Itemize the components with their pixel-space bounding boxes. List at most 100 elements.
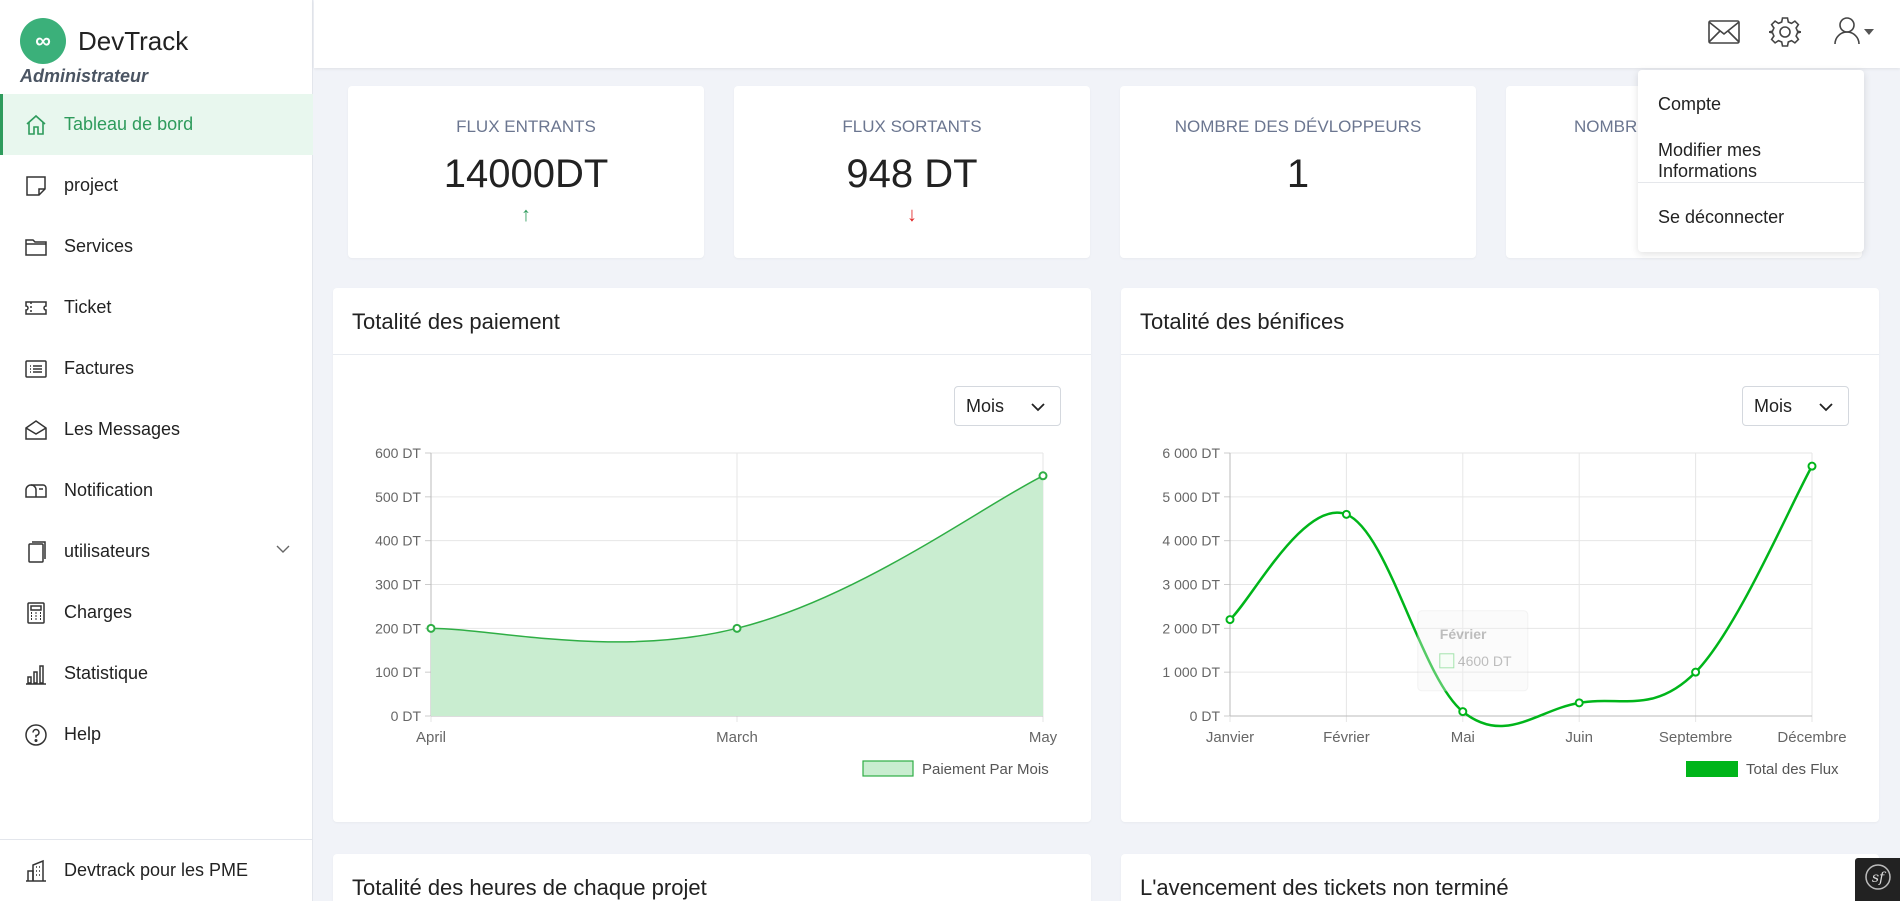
sidebar-item-messages[interactable]: Les Messages	[0, 399, 313, 460]
sidebar-item-utilisateurs[interactable]: utilisateurs	[0, 521, 313, 582]
payments-chart-panel: Totalité des paiement Mois 0 DT 100 DT 200…	[333, 288, 1091, 822]
stat-value: 948 DT	[846, 152, 978, 196]
symfony-logo-icon: sf	[1864, 863, 1892, 896]
tooltip-swatch	[1439, 653, 1455, 669]
menu-item-logout[interactable]: Se déconnecter	[1658, 207, 1784, 228]
chevron-down-icon[interactable]	[275, 541, 291, 562]
user-role: Administrateur	[20, 66, 149, 86]
mail-icon[interactable]	[1704, 12, 1744, 52]
sidebar-item-label: Charges	[64, 602, 133, 622]
data-point	[1458, 707, 1468, 717]
x-tick-label: Décembre	[1777, 729, 1846, 746]
benefits-line-chart: 0 DT 1 000 DT 2 000 DT 3 000 DT 4 000 DT 5 00…	[1162, 445, 1846, 778]
panel-title: L'avencement des tickets non terminé	[1140, 875, 1509, 900]
arrow-up-icon: ↑	[521, 204, 531, 226]
sticky-note-icon	[22, 172, 50, 200]
legend-swatch	[1686, 761, 1738, 777]
tooltip-box	[1417, 610, 1529, 692]
x-tick-label: Janvier	[1206, 729, 1254, 746]
home-icon	[22, 111, 50, 139]
data-point	[1691, 667, 1701, 677]
data-point	[1341, 509, 1351, 519]
panel-title: Totalité des heures de chaque projet	[352, 875, 707, 900]
sidebar-item-tableau-de-bord[interactable]: Tableau de bord	[0, 94, 313, 155]
sidebar-item-label: project	[64, 175, 119, 195]
y-tick-label: 400 DT	[375, 533, 421, 549]
hours-chart-panel: Totalité des heures de chaque projet	[333, 854, 1091, 901]
list-icon	[22, 355, 50, 383]
sidebar-item-label: Help	[64, 724, 102, 744]
sidebar-item-label: Statistique	[64, 663, 149, 683]
arrow-down-icon: ↓	[907, 204, 917, 226]
sidebar-item-ticket[interactable]: Ticket	[0, 277, 313, 338]
svg-text:sf: sf	[1871, 870, 1886, 886]
x-tick-label: April	[416, 729, 446, 746]
legend-swatch	[862, 760, 914, 777]
data-point	[732, 623, 742, 633]
sidebar-item-label: Services	[64, 236, 134, 256]
mailbox-icon	[22, 477, 50, 505]
sidebar-item-label: utilisateurs	[64, 541, 151, 561]
y-tick-label: 5 000 DT	[1162, 489, 1220, 505]
menu-item-modifier-informations[interactable]: Modifier mes Informations	[1658, 140, 1864, 182]
y-tick-label: 4 000 DT	[1162, 533, 1220, 549]
user-dropdown-menu: Compte Modifier mes Informations Se déco…	[1638, 70, 1864, 252]
bar-chart-icon	[22, 660, 50, 688]
building-icon	[22, 857, 50, 885]
sidebar-item-project[interactable]: project	[0, 155, 313, 216]
sidebar-item-label: Factures	[64, 358, 135, 378]
x-tick-label: March	[716, 729, 758, 746]
x-tick-label: Juin	[1565, 729, 1593, 746]
topbar	[314, 0, 1900, 68]
stat-value: 14000DT	[443, 152, 609, 196]
question-circle-icon	[22, 721, 50, 749]
ticket-icon	[22, 294, 50, 322]
brand[interactable]: ∞ DevTrack	[20, 18, 188, 64]
brand-name: DevTrack	[78, 25, 189, 56]
y-tick-label: 100 DT	[375, 664, 421, 680]
chart-tooltip: Février 4600 DT	[1417, 610, 1529, 692]
sidebar-item-notification[interactable]: Notification	[0, 460, 313, 521]
sidebar-footer-label: Devtrack pour les PME	[64, 860, 249, 880]
y-tick-label: 1 000 DT	[1162, 664, 1220, 680]
x-tick-label: Février	[1323, 729, 1370, 746]
y-tick-label: 6 000 DT	[1162, 445, 1220, 461]
legend-label: Total des Flux	[1746, 761, 1839, 778]
folder-icon	[22, 233, 50, 261]
y-tick-label: 3 000 DT	[1162, 577, 1220, 593]
user-menu-toggle[interactable]	[1826, 12, 1882, 52]
calculator-icon	[22, 599, 50, 627]
symfony-toolbar-toggle[interactable]: sf	[1855, 858, 1900, 901]
x-tick-label: Mai	[1451, 729, 1475, 746]
stat-card-developpeurs: NOMBRE DES DÉVLOPPEURS 1	[1120, 86, 1476, 258]
data-point	[1225, 615, 1235, 625]
x-tick-label: May	[1029, 729, 1058, 746]
data-point	[1038, 471, 1048, 481]
stat-label: NOMBRE DES DÉVLOPPEURS	[1174, 117, 1422, 136]
sidebar-item-label: Notification	[64, 480, 154, 500]
benefits-chart-panel: Totalité des bénifices Mois 0 DT 1 000 DT…	[1121, 288, 1879, 822]
sidebar-item-charges[interactable]: Charges	[0, 582, 313, 643]
sidebar-item-services[interactable]: Services	[0, 216, 313, 277]
x-tick-label: Septembre	[1659, 729, 1732, 746]
caret-down-icon	[1864, 23, 1874, 41]
menu-item-compte[interactable]: Compte	[1658, 94, 1721, 115]
stat-value: 1	[1286, 152, 1310, 196]
user-icon	[1834, 15, 1864, 50]
gear-icon[interactable]	[1765, 12, 1805, 52]
sidebar-item-help[interactable]: Help	[0, 704, 313, 765]
sidebar-item-statistique[interactable]: Statistique	[0, 643, 313, 704]
files-icon	[22, 538, 50, 566]
tooltip-title: Février	[1440, 626, 1487, 642]
data-point	[1574, 698, 1584, 708]
sidebar-footer-link[interactable]: Devtrack pour les PME	[0, 839, 313, 901]
data-point	[1807, 461, 1817, 471]
y-tick-label: 600 DT	[375, 445, 421, 461]
stat-label: FLUX SORTANTS	[842, 117, 982, 136]
sidebar-item-factures[interactable]: Factures	[0, 338, 313, 399]
y-tick-label: 300 DT	[375, 577, 421, 593]
tickets-chart-panel: L'avencement des tickets non terminé	[1121, 854, 1879, 901]
stat-label: FLUX ENTRANTS	[456, 117, 596, 136]
y-tick-label: 0 DT	[1190, 708, 1221, 724]
sidebar-item-label: Les Messages	[64, 419, 181, 439]
